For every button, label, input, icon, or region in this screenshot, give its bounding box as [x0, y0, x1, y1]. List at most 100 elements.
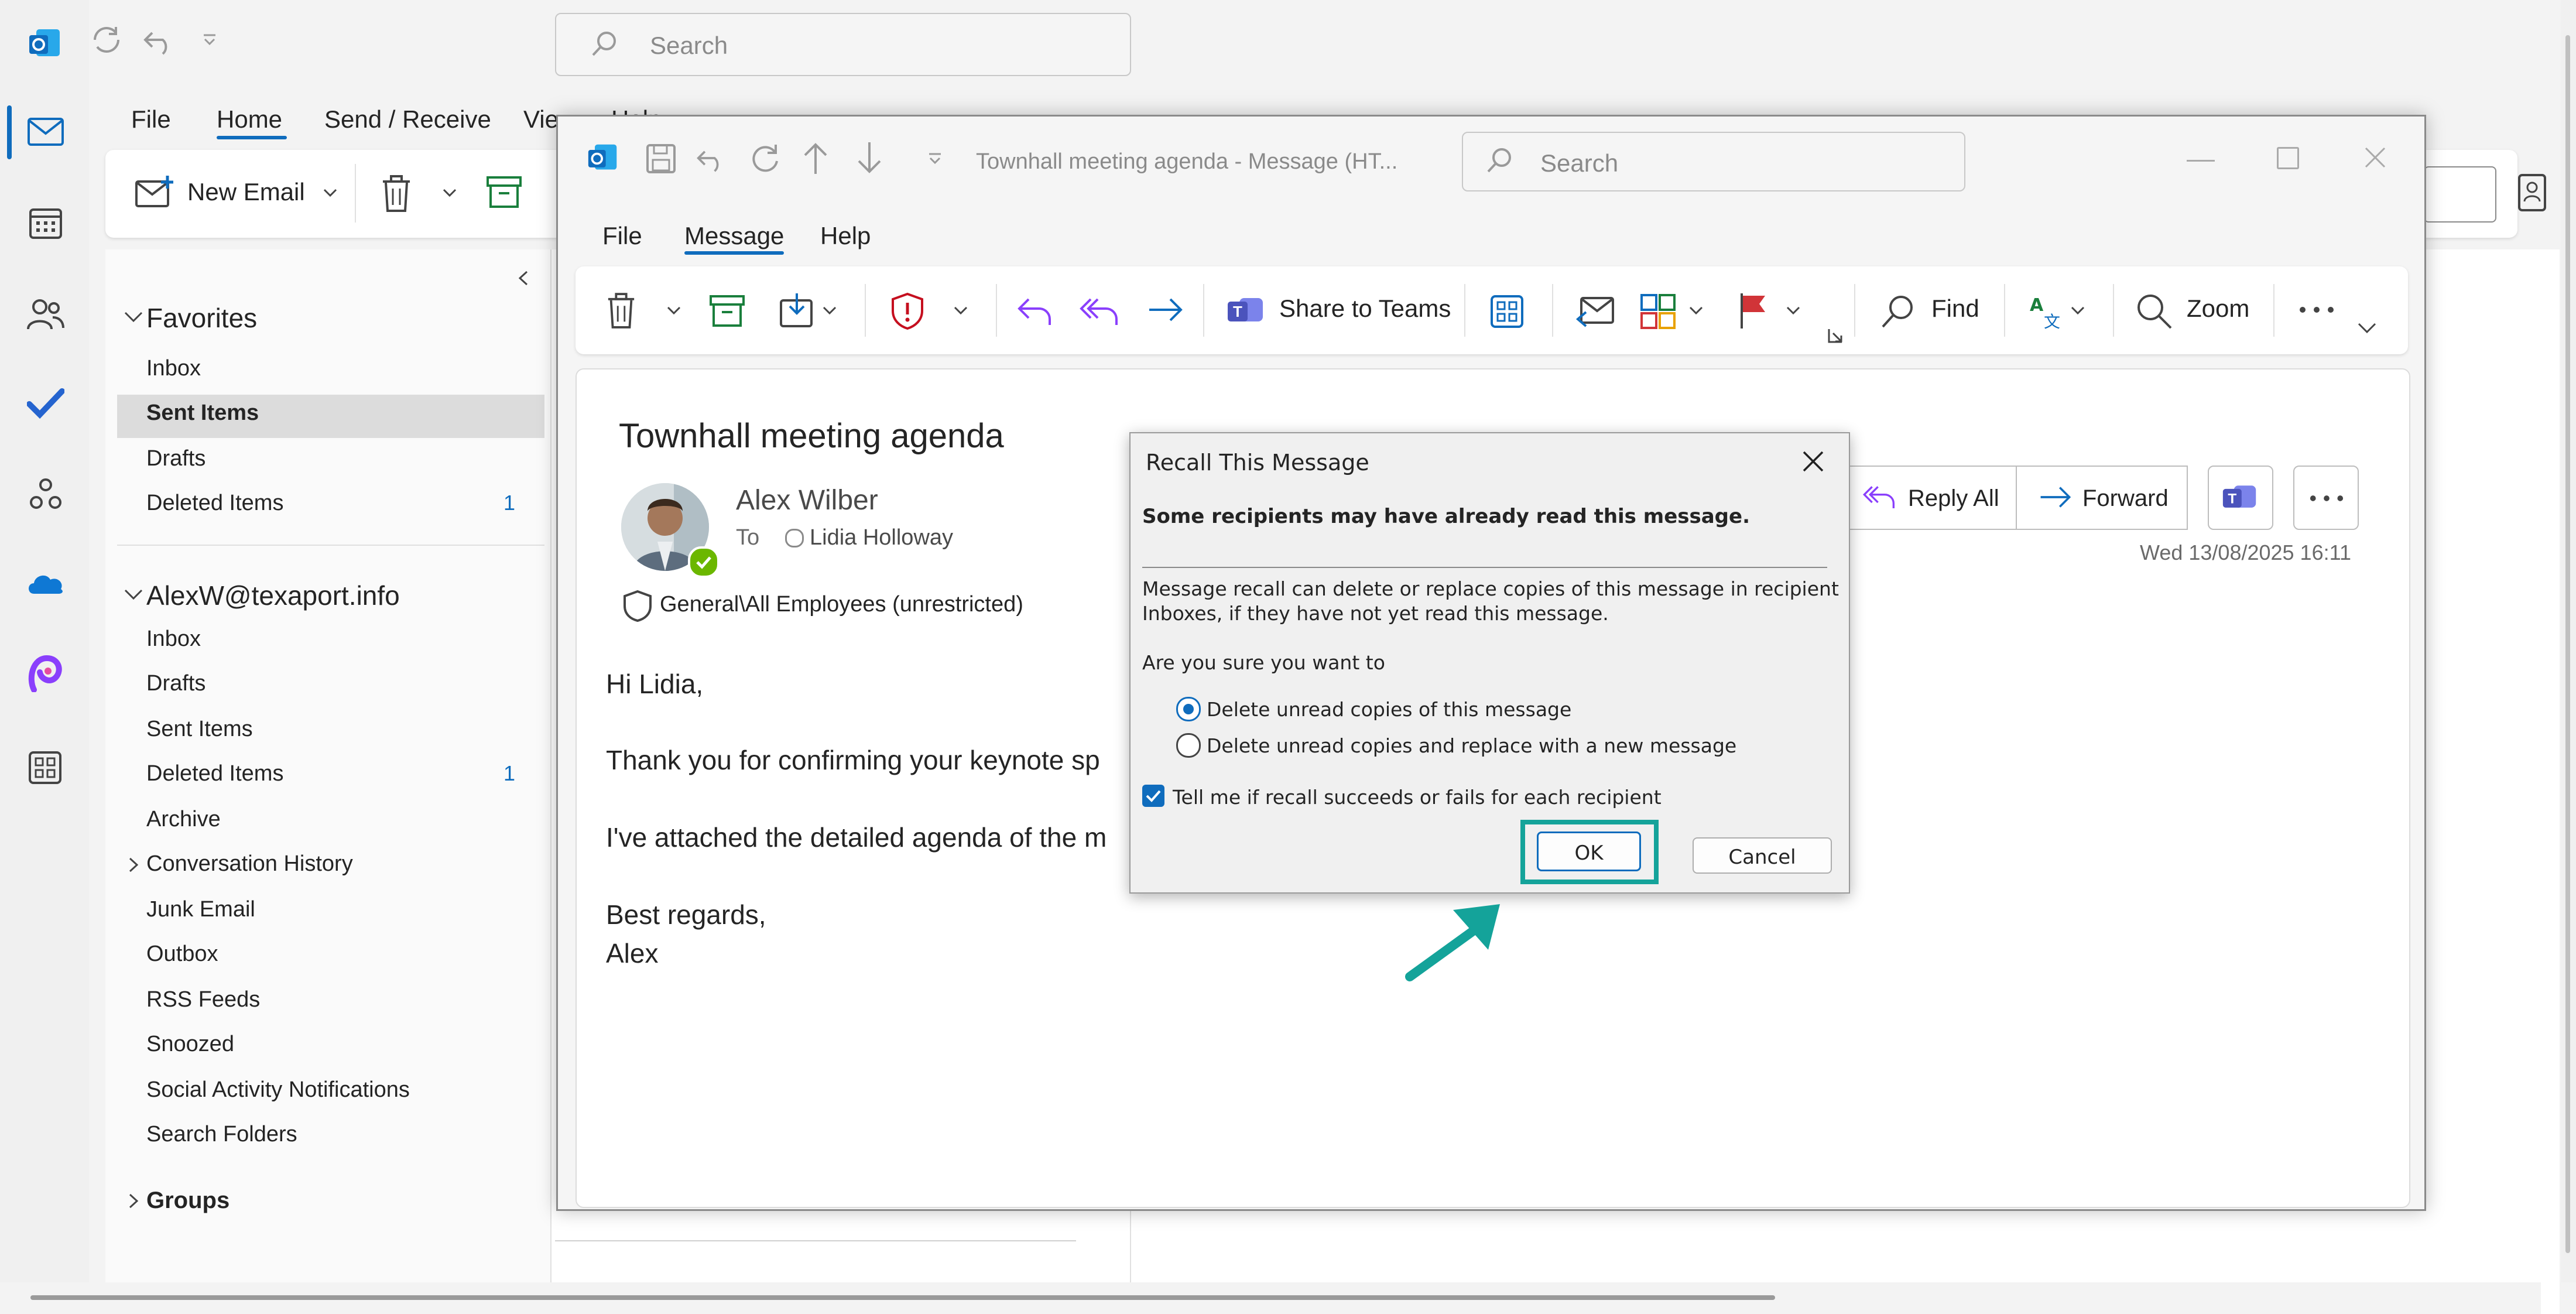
move-dropdown-icon[interactable]: [821, 305, 838, 317]
tab-send-receive[interactable]: Send / Receive: [324, 105, 491, 134]
groups-chevron-icon[interactable]: [128, 1192, 139, 1210]
tab-help[interactable]: Help: [820, 222, 871, 250]
translate-dropdown-icon[interactable]: [2070, 305, 2086, 317]
categorize-dropdown-icon[interactable]: [1688, 305, 1704, 317]
zoom-button[interactable]: Zoom: [2187, 295, 2249, 323]
find-icon[interactable]: [1881, 295, 1915, 328]
account-chevron-icon[interactable]: [123, 588, 144, 602]
folder-social-activity[interactable]: Social Activity Notifications: [146, 1077, 410, 1103]
redo-icon[interactable]: [749, 142, 782, 175]
folder-search-folders[interactable]: Search Folders: [146, 1122, 297, 1147]
undo-icon[interactable]: [696, 143, 727, 173]
teams-icon[interactable]: T: [1227, 293, 1265, 327]
report-icon[interactable]: [890, 292, 924, 330]
sender-name[interactable]: Alex Wilber: [736, 484, 878, 516]
account-header[interactable]: AlexW@texaport.info: [146, 580, 400, 611]
checkbox-tell-me-label[interactable]: Tell me if recall succeeds or fails for …: [1173, 786, 1662, 809]
maximize-button[interactable]: [2277, 147, 2299, 169]
people-icon[interactable]: [27, 296, 64, 331]
radio-delete-and-replace[interactable]: [1176, 733, 1201, 758]
next-item-icon[interactable]: [857, 141, 882, 175]
archive-icon[interactable]: [486, 176, 522, 208]
more-actions-button[interactable]: [2293, 466, 2359, 530]
minimize-button[interactable]: [2187, 160, 2215, 162]
expand-ribbon-icon[interactable]: [2356, 321, 2378, 336]
vertical-scrollbar[interactable]: [2565, 35, 2570, 1253]
calendar-icon[interactable]: [28, 206, 63, 241]
sensitivity-label[interactable]: General\All Employees (unrestricted): [660, 592, 1023, 617]
folder-inbox[interactable]: Inbox: [146, 356, 201, 381]
groups-icon[interactable]: [28, 477, 63, 512]
dialog-launcher-icon[interactable]: [1827, 327, 1844, 344]
folder-rss-feeds[interactable]: RSS Feeds: [146, 987, 260, 1012]
recipient-name[interactable]: Lidia Holloway: [810, 525, 953, 550]
report-dropdown-icon[interactable]: [953, 305, 969, 317]
folder-outbox[interactable]: Outbox: [146, 942, 218, 967]
flag-icon[interactable]: [1738, 292, 1769, 330]
folder-archive[interactable]: Archive: [146, 807, 221, 832]
tab-message[interactable]: Message: [684, 222, 784, 250]
radio-delete-unread[interactable]: [1176, 697, 1201, 721]
delete-icon[interactable]: [606, 292, 636, 330]
message-search-box[interactable]: Search: [1462, 132, 1965, 191]
folder-junk-email[interactable]: Junk Email: [146, 897, 255, 922]
previous-item-icon[interactable]: [803, 141, 828, 175]
tab-file[interactable]: File: [602, 222, 642, 250]
collapse-pane-icon[interactable]: [516, 269, 530, 287]
sync-icon[interactable]: [89, 23, 124, 56]
undo-icon[interactable]: [143, 25, 176, 55]
close-icon[interactable]: [2363, 146, 2387, 169]
copilot-icon[interactable]: [27, 655, 63, 692]
cancel-button[interactable]: Cancel: [1693, 837, 1832, 874]
folder-deleted-items[interactable]: Deleted Items: [146, 491, 283, 516]
folder-sent-items[interactable]: Sent Items: [146, 717, 253, 742]
folder-snoozed[interactable]: Snoozed: [146, 1032, 234, 1057]
expand-chevron-icon[interactable]: [128, 856, 139, 874]
favorites-chevron-icon[interactable]: [123, 310, 144, 324]
main-ribbon-right-box[interactable]: [2424, 166, 2496, 223]
flag-dropdown-icon[interactable]: [1785, 305, 1801, 317]
folder-sent-items[interactable]: Sent Items: [146, 401, 259, 426]
checkbox-tell-me[interactable]: [1142, 785, 1164, 807]
ok-button[interactable]: OK: [1537, 831, 1641, 871]
folder-drafts[interactable]: Drafts: [146, 446, 205, 471]
forward-icon[interactable]: [1147, 297, 1184, 323]
horizontal-scrollbar[interactable]: [30, 1295, 1775, 1300]
teams-chat-button[interactable]: T: [2208, 466, 2273, 530]
customize-qat-icon[interactable]: [201, 33, 218, 47]
folder-inbox[interactable]: Inbox: [146, 627, 201, 652]
tab-home[interactable]: Home: [217, 105, 282, 134]
todo-icon[interactable]: [27, 386, 64, 419]
delete-dropdown-icon[interactable]: [666, 305, 682, 317]
more-options-icon[interactable]: [2298, 305, 2335, 314]
close-icon[interactable]: [1800, 449, 1826, 474]
find-button[interactable]: Find: [1931, 295, 1979, 323]
reply-icon[interactable]: [1016, 295, 1053, 327]
reply-all-button[interactable]: Reply All: [1840, 466, 2019, 530]
folder-drafts[interactable]: Drafts: [146, 671, 205, 696]
groups-header[interactable]: Groups: [146, 1188, 229, 1214]
share-to-teams-button[interactable]: Share to Teams: [1279, 295, 1451, 323]
delete-dropdown-icon[interactable]: [441, 187, 458, 199]
delete-icon[interactable]: [381, 174, 412, 213]
archive-icon[interactable]: [709, 295, 745, 327]
folder-conversation-history[interactable]: Conversation History: [146, 851, 353, 877]
contact-card-icon[interactable]: [2517, 173, 2547, 212]
translate-icon[interactable]: A文: [2027, 293, 2064, 330]
recall-email-icon[interactable]: [1575, 293, 1615, 330]
save-icon[interactable]: [646, 143, 676, 174]
reply-all-icon[interactable]: [1079, 295, 1121, 327]
favorites-header[interactable]: Favorites: [146, 302, 257, 334]
option-delete-unread-label[interactable]: Delete unread copies of this message: [1207, 698, 1571, 721]
folder-deleted-items[interactable]: Deleted Items: [146, 761, 283, 786]
onedrive-icon[interactable]: [26, 568, 66, 597]
main-search-box[interactable]: Search: [555, 13, 1131, 76]
customize-qat-icon[interactable]: [927, 152, 943, 166]
categorize-icon[interactable]: [1640, 293, 1676, 330]
apps-icon[interactable]: [1490, 295, 1524, 328]
new-email-button[interactable]: New Email: [187, 178, 305, 206]
zoom-icon[interactable]: [2136, 293, 2173, 330]
apps-icon[interactable]: [28, 751, 62, 785]
tab-file[interactable]: File: [131, 105, 171, 134]
forward-button[interactable]: Forward: [2016, 466, 2188, 530]
